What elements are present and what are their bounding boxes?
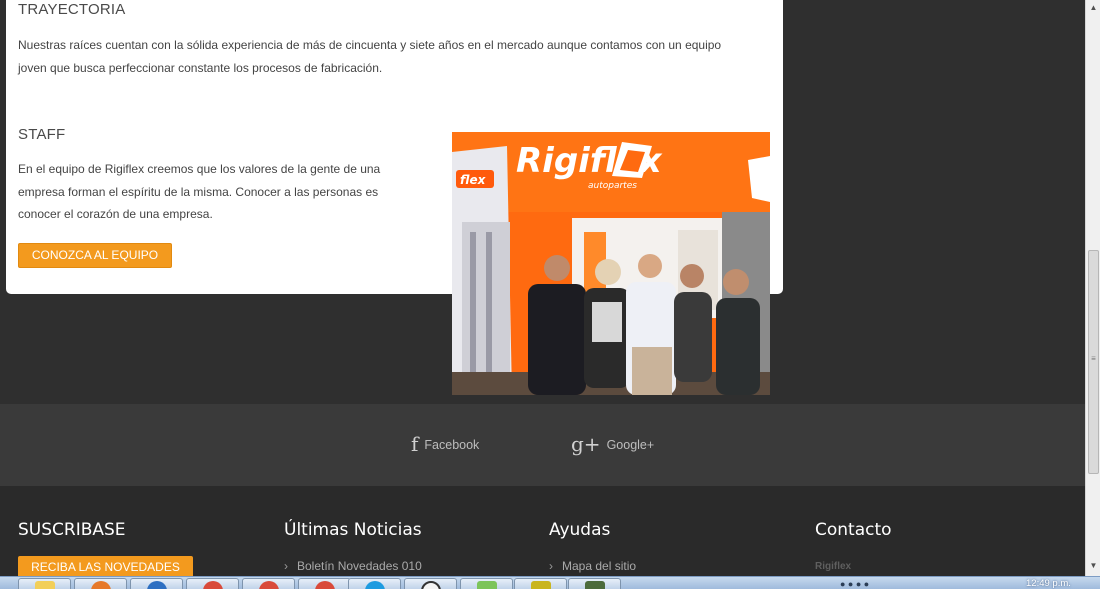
trayectoria-text: Nuestras raíces cuentan con la sólida ex… (18, 34, 721, 79)
system-tray[interactable]: ● ● ● ● (840, 579, 869, 589)
trayectoria-title: TRAYECTORIA (18, 1, 126, 18)
skype-icon (365, 581, 385, 589)
taskbar-app-chrome-3[interactable] (298, 578, 351, 589)
taskbar-clock[interactable]: 12:49 p.m. (1026, 578, 1071, 589)
staff-photo: flex Rigiflex autopartes (452, 132, 770, 395)
photo-side-logo: flex (460, 173, 487, 187)
staff-title: STAFF (18, 126, 66, 143)
scroll-down-arrow-icon[interactable]: ▼ (1086, 558, 1100, 574)
taskbar-app-picasa[interactable] (404, 578, 457, 589)
sitemap-label: Mapa del sitio (562, 559, 637, 573)
taskbar-app-media[interactable] (130, 578, 183, 589)
chevron-right-icon: › (284, 559, 288, 573)
trayectoria-line-2: joven que busca perfeccionar constante l… (18, 60, 383, 75)
taskbar-app-explorer[interactable] (18, 578, 71, 589)
staff-text: En el equipo de Rigiflex creemos que los… (18, 158, 380, 226)
trayectoria-line-1: Nuestras raíces cuentan con la sólida ex… (18, 38, 722, 52)
notes-icon (531, 581, 551, 589)
news-item-label: Boletín Novedades 010 (297, 559, 422, 573)
google-plus-link[interactable]: g+ Google+ (571, 432, 654, 456)
staff-line-3: conocer el corazón de una empresa. (18, 207, 213, 221)
chrome-icon (315, 581, 335, 589)
staff-line-1: En el equipo de Rigiflex creemos que los… (18, 162, 381, 176)
chevron-right-icon: › (549, 559, 553, 573)
tray-icons: ● ● ● ● (840, 579, 870, 589)
help-title: Ayudas (549, 520, 611, 540)
reciba-novedades-button[interactable]: RECIBA LAS NOVEDADES (18, 556, 193, 578)
photo-logo-sub: autopartes (588, 181, 637, 191)
news-item-link[interactable]: › Boletín Novedades 010 (284, 559, 422, 573)
facebook-label: Facebook (424, 438, 480, 452)
contact-title: Contacto (815, 520, 892, 540)
chrome-icon (259, 581, 279, 589)
scroll-thumb[interactable]: ≡ (1088, 250, 1099, 474)
taskbar-app-evernote[interactable] (568, 578, 621, 589)
staff-line-2: empresa forman el espíritu de la misma. … (18, 184, 379, 199)
google-plus-label: Google+ (606, 438, 655, 452)
maps-icon (477, 581, 497, 589)
google-plus-icon: g+ (571, 432, 601, 456)
folder-icon (35, 581, 55, 589)
taskbar-app-chrome-2[interactable] (242, 578, 295, 589)
taskbar-app-notes[interactable] (514, 578, 567, 589)
firefox-icon (91, 581, 111, 589)
chrome-icon (203, 581, 223, 589)
facebook-link[interactable]: f Facebook (411, 432, 479, 456)
contact-company-name: Rigiflex (815, 561, 852, 572)
scroll-up-arrow-icon[interactable]: ▲ (1086, 0, 1100, 16)
sitemap-link[interactable]: › Mapa del sitio (549, 559, 636, 573)
news-title: Últimas Noticias (284, 520, 422, 540)
subscribe-title: SUSCRIBASE (18, 520, 126, 540)
footer: SUSCRIBASE RECIBA LAS NOVEDADES Últimas … (0, 486, 1085, 578)
grip-icon: ≡ (1091, 354, 1096, 363)
facebook-icon: f (411, 432, 419, 456)
taskbar-app-chrome[interactable] (186, 578, 239, 589)
media-player-icon (147, 581, 167, 589)
windows-taskbar: ● ● ● ● 12:49 p.m. (0, 576, 1100, 589)
conozca-equipo-button[interactable]: CONOZCA AL EQUIPO (18, 243, 172, 268)
picasa-icon (421, 581, 441, 589)
taskbar-app-skype[interactable] (348, 578, 401, 589)
taskbar-app-firefox[interactable] (74, 578, 127, 589)
evernote-icon (585, 581, 605, 589)
taskbar-app-maps[interactable] (460, 578, 513, 589)
staff-photo-illustration: flex Rigiflex autopartes (452, 132, 770, 395)
social-strip: f Facebook g+ Google+ (0, 404, 1085, 486)
vertical-scrollbar[interactable]: ▲ ≡ ▼ (1085, 0, 1100, 576)
